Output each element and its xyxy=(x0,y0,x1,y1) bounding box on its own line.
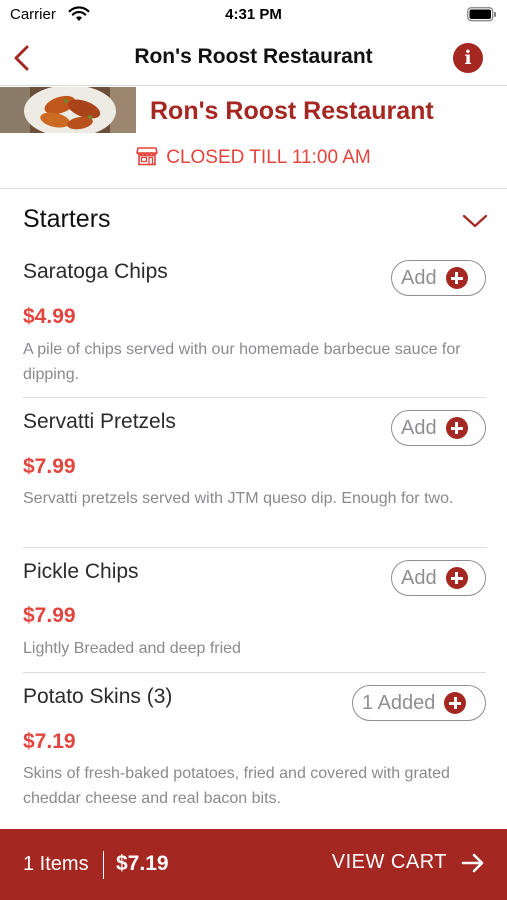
page-title: Ron's Roost Restaurant xyxy=(134,45,373,68)
chevron-down-icon[interactable] xyxy=(462,213,488,229)
restaurant-image xyxy=(0,87,136,133)
plus-icon xyxy=(445,417,468,439)
navigation-bar: Ron's Roost Restaurant i xyxy=(0,30,507,86)
item-description: A pile of chips served with our homemade… xyxy=(23,341,461,383)
item-price: $7.99 xyxy=(23,455,76,478)
plus-icon xyxy=(445,267,468,289)
status-text: CLOSED TILL 11:00 AM xyxy=(166,147,371,168)
add-button-label: Add xyxy=(401,566,437,589)
status-bar: Carrier 4:31 PM xyxy=(0,0,507,30)
arrow-right-icon xyxy=(461,853,484,872)
cart-total: $7.19 xyxy=(116,852,169,875)
divider xyxy=(23,547,486,548)
item-name: Saratoga Chips xyxy=(23,260,168,283)
status-time: 4:31 PM xyxy=(225,6,282,23)
added-button[interactable]: 1 Added xyxy=(352,685,486,721)
chevron-left-icon[interactable] xyxy=(8,42,36,74)
restaurant-status: CLOSED TILL 11:00 AM xyxy=(0,146,507,169)
item-name: Pickle Chips xyxy=(23,560,139,583)
divider xyxy=(103,851,104,879)
menu-item[interactable]: Saratoga Chips Add $4.99 A pile of chips… xyxy=(23,260,486,400)
add-button[interactable]: Add xyxy=(391,560,486,596)
menu-item[interactable]: Potato Skins (3) 1 Added $7.19 Skins of … xyxy=(23,685,486,815)
cart-bar[interactable]: 1 Items $7.19 VIEW CART xyxy=(0,829,507,900)
view-cart-label: VIEW CART xyxy=(331,851,447,873)
divider xyxy=(23,672,486,673)
item-name: Potato Skins (3) xyxy=(23,685,173,708)
view-cart-button[interactable]: VIEW CART xyxy=(332,851,485,874)
plus-icon xyxy=(444,692,467,714)
item-description: Lightly Breaded and deep fried xyxy=(23,640,241,657)
item-description: Servatti pretzels served with JTM queso … xyxy=(23,490,454,507)
menu-item[interactable]: Pickle Chips Add $7.99 Lightly Breaded a… xyxy=(23,560,486,675)
restaurant-header: Ron's Roost Restaurant CLOSED TILL 11:00… xyxy=(0,87,507,189)
plus-icon xyxy=(445,567,468,589)
section-header-starters[interactable]: Starters xyxy=(23,205,488,241)
add-button-label: 1 Added xyxy=(362,691,436,714)
battery-icon xyxy=(467,7,496,22)
add-button-label: Add xyxy=(401,266,437,289)
add-button-label: Add xyxy=(401,416,437,439)
restaurant-name: Ron's Roost Restaurant xyxy=(150,97,434,125)
cart-item-count: 1 Items xyxy=(23,853,89,875)
store-icon xyxy=(136,147,159,166)
add-button[interactable]: Add xyxy=(391,260,486,296)
item-price: $7.19 xyxy=(23,730,76,753)
item-price: $4.99 xyxy=(23,305,76,328)
item-name: Servatti Pretzels xyxy=(23,410,176,433)
menu-item[interactable]: Servatti Pretzels Add $7.99 Servatti pre… xyxy=(23,410,486,550)
info-icon[interactable]: i xyxy=(453,43,483,73)
add-button[interactable]: Add xyxy=(391,410,486,446)
item-price: $7.99 xyxy=(23,604,76,627)
section-title: Starters xyxy=(23,205,111,233)
item-description: Skins of fresh-baked potatoes, fried and… xyxy=(23,765,450,807)
divider xyxy=(23,397,486,398)
